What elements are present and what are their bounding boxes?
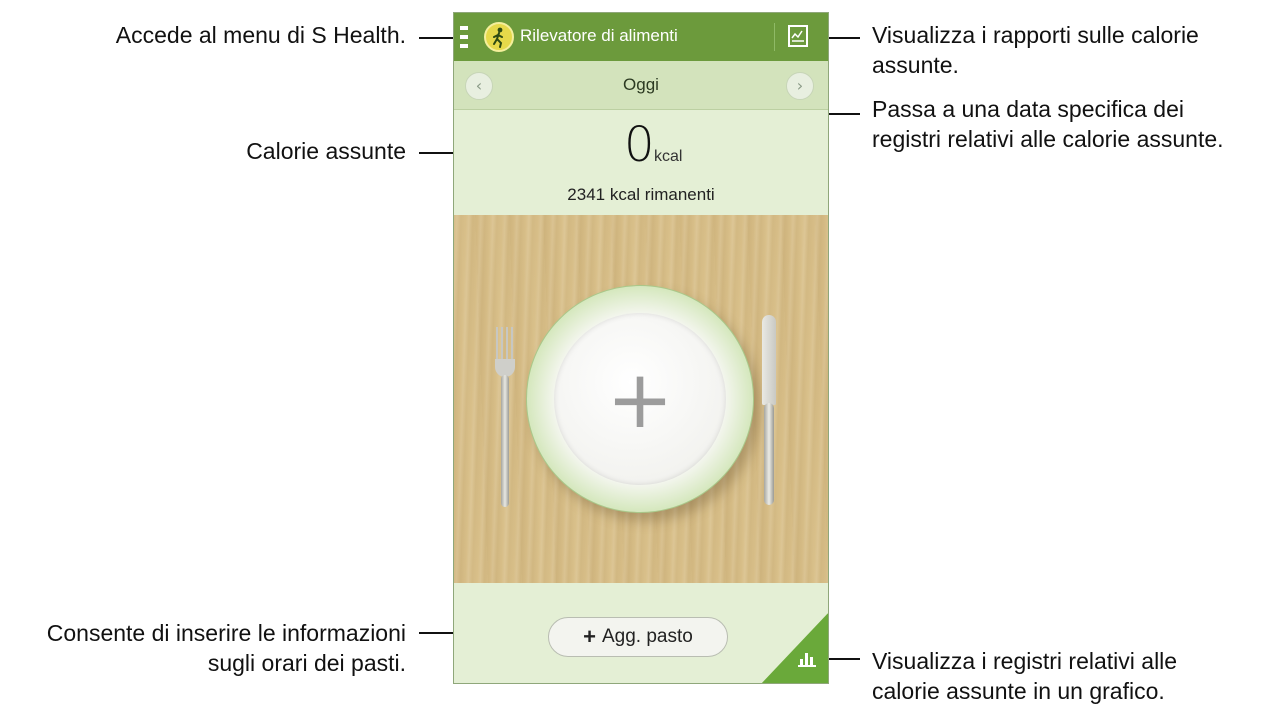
meal-table-illustration: + [454, 215, 828, 583]
graph-corner-button[interactable] [760, 611, 828, 683]
bar-chart-icon[interactable] [798, 649, 816, 667]
next-day-button[interactable]: › [786, 72, 814, 100]
knife-icon [758, 315, 780, 505]
date-navigation-bar: ‹ Oggi › [454, 61, 828, 110]
callout-report-line1: Visualizza i rapporti sulle calorie [872, 22, 1199, 48]
date-label[interactable]: Oggi [454, 75, 828, 95]
report-chart-icon[interactable] [788, 25, 808, 47]
callout-date: Passa a una data specifica dei registri … [872, 94, 1224, 154]
callout-report-line2: assunte. [872, 52, 959, 78]
callout-add-meal-line1: Consente di inserire le informazioni [46, 620, 406, 646]
action-bar: Rilevatore di alimenti [454, 13, 828, 61]
callout-graph: Visualizza i registri relativi alle calo… [872, 646, 1177, 706]
phone-screen: Rilevatore di alimenti ‹ Oggi › 0 kcal 2… [453, 12, 829, 684]
callout-date-line2: registri relativi alle calorie assunte. [872, 126, 1224, 152]
add-food-plate[interactable]: + [526, 285, 754, 513]
callout-report: Visualizza i rapporti sulle calorie assu… [872, 20, 1199, 80]
add-meal-plus-icon: + [583, 624, 596, 649]
calorie-intake-value: 0 [624, 117, 655, 173]
add-food-plus-icon[interactable]: + [554, 313, 726, 485]
walking-person-icon [484, 22, 514, 52]
add-meal-button[interactable]: + Agg. pasto [548, 617, 728, 657]
remaining-calories: 2341 kcal rimanenti [567, 185, 715, 204]
callout-add-meal-line2: sugli orari dei pasti. [207, 650, 406, 676]
callout-graph-line1: Visualizza i registri relativi alle [872, 648, 1178, 674]
callout-report-line [826, 37, 860, 39]
calorie-intake-unit: kcal [654, 148, 683, 165]
callout-intake: Calorie assunte [246, 138, 406, 164]
menu-icon[interactable] [460, 26, 472, 48]
callout-menu-line [419, 37, 457, 39]
plate-inner: + [554, 313, 726, 485]
add-meal-label: Agg. pasto [602, 626, 693, 647]
fork-icon [494, 327, 518, 507]
callout-graph-line [826, 658, 860, 660]
callout-date-line1: Passa a una data specifica dei [872, 96, 1184, 122]
callout-add-meal: Consente di inserire le informazioni sug… [47, 618, 406, 678]
callout-menu: Accede al menu di S Health. [115, 22, 406, 48]
callout-graph-line2: calorie assunte in un grafico. [872, 678, 1165, 704]
action-bar-divider [774, 23, 775, 51]
app-title: Rilevatore di alimenti [520, 26, 678, 45]
